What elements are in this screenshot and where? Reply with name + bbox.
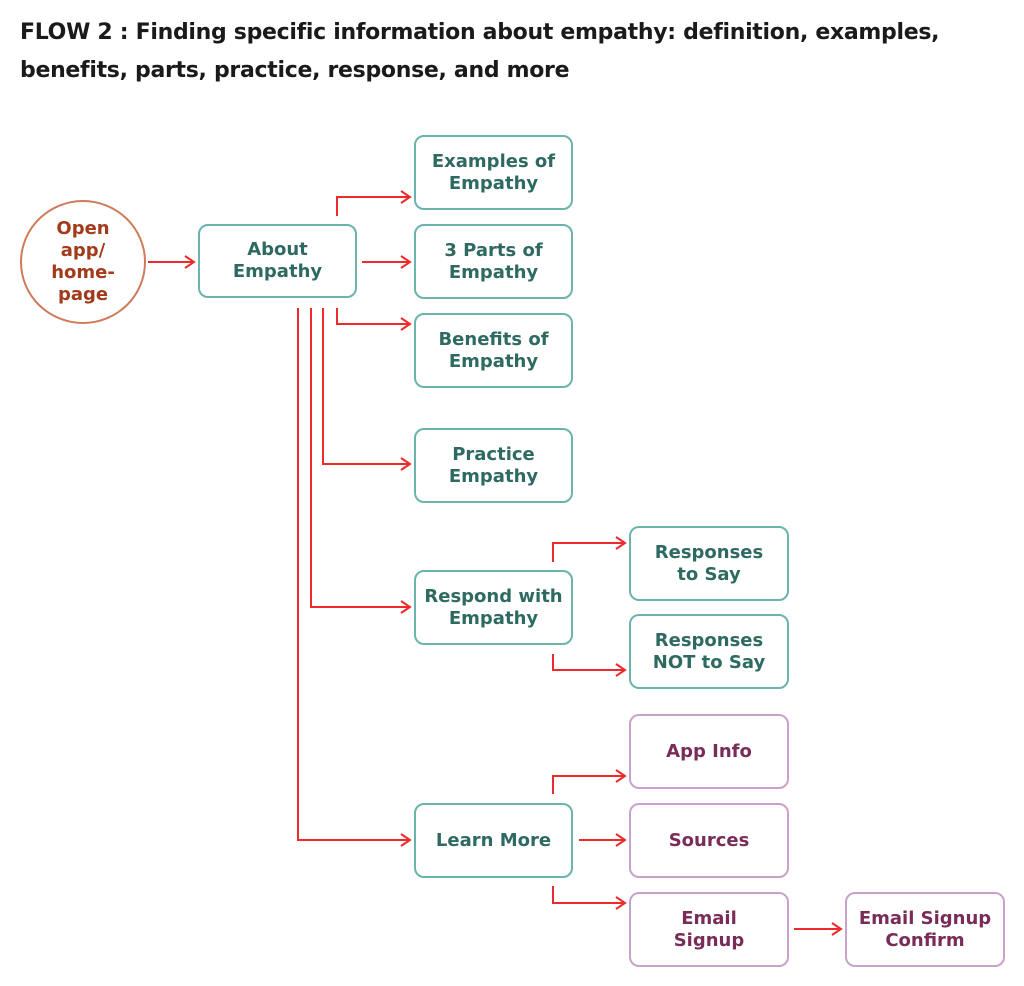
edge-about-to-benefits: [336, 308, 412, 331]
edge-about-to-practice: [322, 308, 412, 471]
edge-about-to-learn-more: [297, 308, 412, 847]
node-app-info[interactable]: App Info: [629, 714, 789, 789]
edge-about-to-examples: [336, 190, 412, 216]
node-practice-empathy[interactable]: Practice Empathy: [414, 428, 573, 503]
edge-respond-to-responses-to-say: [552, 536, 627, 562]
edge-learn-more-to-app-info: [552, 769, 627, 794]
node-responses-to-say[interactable]: Responses to Say: [629, 526, 789, 601]
node-benefits-of-empathy[interactable]: Benefits of Empathy: [414, 313, 573, 388]
node-3-parts-of-empathy[interactable]: 3 Parts of Empathy: [414, 224, 573, 299]
node-learn-more[interactable]: Learn More: [414, 803, 573, 878]
node-email-signup[interactable]: Email Signup: [629, 892, 789, 967]
node-open-app-homepage[interactable]: Open app/ home- page: [20, 200, 146, 324]
edge-respond-to-responses-not-to-say: [552, 654, 627, 677]
node-examples-of-empathy[interactable]: Examples of Empathy: [414, 135, 573, 210]
edge-learn-more-to-email-signup: [552, 886, 627, 910]
node-email-signup-confirm[interactable]: Email Signup Confirm: [845, 892, 1005, 967]
node-responses-not-to-say[interactable]: Responses NOT to Say: [629, 614, 789, 689]
node-respond-with-empathy[interactable]: Respond with Empathy: [414, 570, 573, 645]
node-about-empathy[interactable]: About Empathy: [198, 224, 357, 298]
node-sources[interactable]: Sources: [629, 803, 789, 878]
edge-about-to-respond: [310, 308, 412, 614]
